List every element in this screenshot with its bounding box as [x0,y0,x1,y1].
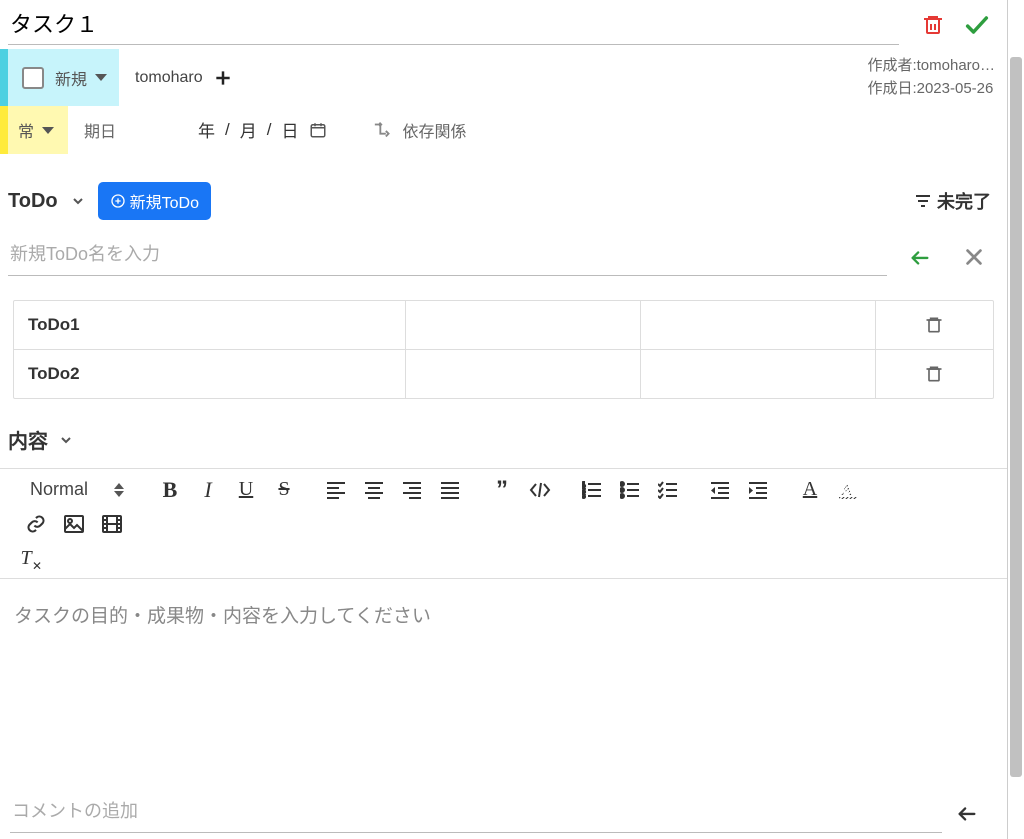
align-left-button[interactable] [324,478,348,502]
trash-icon [921,13,945,37]
ordered-list-button[interactable]: 123 [580,478,604,502]
align-right-icon [402,481,422,499]
image-icon [64,515,84,533]
plus-icon [213,68,233,88]
calendar-icon [309,121,327,139]
outdent-icon [710,481,730,499]
strike-button[interactable]: S [272,478,296,502]
status-selector[interactable]: 新規 [8,49,119,106]
content-placeholder: タスクの目的・成果物・内容を入力してください [14,606,431,627]
new-todo-input[interactable] [8,238,887,276]
todo-row[interactable]: ToDo2 [14,349,993,398]
highlight-button[interactable]: A [836,478,860,502]
clear-format-button[interactable]: T✕ [14,546,38,570]
task-title-input[interactable] [8,4,899,45]
confirm-button[interactable] [963,11,991,39]
due-date-label: 期日 [84,118,116,142]
sort-caret-icon [114,483,124,497]
align-justify-icon [440,481,460,499]
code-block-button[interactable] [528,478,552,502]
format-select[interactable]: Normal [24,477,130,502]
link-icon [26,514,46,534]
chevron-down-icon [58,432,74,448]
new-todo-button[interactable]: 新規ToDo [98,182,211,220]
highlight-icon: A [837,480,859,500]
trash-icon [924,364,944,384]
todo-name-cell: ToDo2 [14,350,406,398]
dependency-icon [373,121,395,139]
list-check-icon [658,481,678,499]
todo-row[interactable]: ToDo1 [14,301,993,349]
status-checkbox[interactable] [22,67,44,89]
video-icon [102,515,122,533]
delete-todo-button[interactable] [924,364,944,384]
assignee-name: tomoharo [135,69,203,87]
italic-button[interactable]: I [196,478,220,502]
content-section-title: 内容 [8,425,48,454]
editor-toolbar: Normal B I U S ” 123 [0,468,1007,579]
todo-filter[interactable]: 未完了 [915,188,999,214]
priority-selector[interactable]: 常 [8,106,68,154]
svg-text:A: A [841,482,853,499]
align-right-button[interactable] [400,478,424,502]
link-button[interactable] [24,512,48,536]
svg-text:3: 3 [582,494,586,499]
delete-task-button[interactable] [919,11,947,39]
delete-todo-button[interactable] [924,315,944,335]
priority-color-bar [0,106,8,154]
todo-collapse-toggle[interactable] [70,193,86,209]
submit-todo-button[interactable] [907,246,943,268]
creator-info: 作成者:tomoharo… 作成日:2023-05-26 [867,49,1007,106]
align-center-icon [364,481,384,499]
comment-input[interactable] [10,793,942,833]
image-button[interactable] [62,512,86,536]
bold-button[interactable]: B [158,478,182,502]
todo-table: ToDo1 ToDo2 [13,300,994,399]
enter-icon [907,246,933,268]
trash-icon [924,315,944,335]
blockquote-button[interactable]: ” [490,478,514,502]
submit-comment-button[interactable] [954,802,980,824]
underline-button[interactable]: U [234,478,258,502]
todo-section-title: ToDo [8,190,58,213]
unordered-list-button[interactable] [618,478,642,502]
priority-label: 常 [18,118,34,142]
due-date-input[interactable]: 年 / 月 / 日 [196,115,328,145]
indent-button[interactable] [746,478,770,502]
chevron-down-icon [70,193,86,209]
enter-icon [954,802,980,824]
scrollbar-thumb[interactable] [1010,57,1022,777]
content-editor[interactable]: タスクの目的・成果物・内容を入力してください [0,579,1007,739]
align-left-icon [326,481,346,499]
outdent-button[interactable] [708,478,732,502]
todo-name-cell: ToDo1 [14,301,406,349]
cancel-todo-button[interactable] [963,246,999,268]
check-icon [963,11,991,39]
chevron-down-icon [95,74,107,81]
checklist-button[interactable] [656,478,680,502]
align-center-button[interactable] [362,478,386,502]
add-assignee-button[interactable] [213,68,233,88]
scrollbar[interactable] [1007,0,1024,839]
plus-circle-icon [110,193,126,209]
status-label: 新規 [55,66,87,90]
dependency-button[interactable]: 依存関係 [373,106,467,154]
chevron-down-icon [42,127,54,134]
close-icon [963,246,985,268]
align-justify-button[interactable] [438,478,462,502]
list-ul-icon [620,481,640,499]
filter-icon [915,194,931,208]
code-icon [529,482,551,498]
text-color-button[interactable]: A [798,478,822,502]
list-ol-icon: 123 [582,481,602,499]
status-color-bar [0,49,8,106]
indent-icon [748,481,768,499]
video-button[interactable] [100,512,124,536]
content-collapse-toggle[interactable] [58,432,74,448]
